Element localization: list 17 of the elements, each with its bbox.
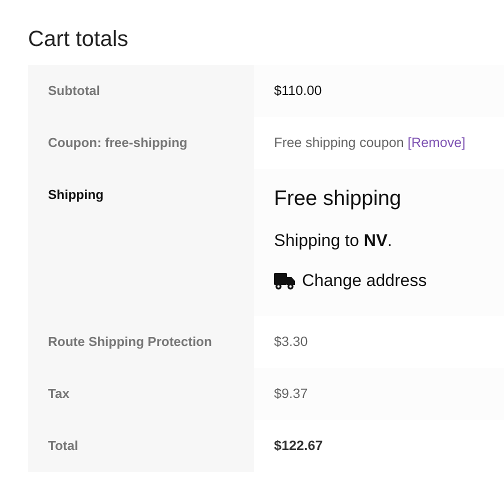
row-label: Subtotal (48, 83, 100, 98)
coupon-description: Free shipping coupon (274, 135, 404, 150)
row-label: Shipping (48, 187, 104, 202)
row-amount: $110.00 (274, 83, 322, 98)
row-label: Route Shipping Protection (48, 334, 212, 349)
row-label: Tax (48, 386, 70, 401)
shipping-destination: Shipping to NV. (274, 231, 392, 251)
row-amount: $3.30 (274, 334, 308, 349)
change-address-link[interactable]: Change address (274, 271, 427, 291)
remove-coupon-link[interactable]: [Remove] (408, 135, 466, 150)
row-amount: $9.37 (274, 386, 308, 401)
cart-totals-heading: Cart totals (28, 26, 130, 52)
row-amount: $122.67 (274, 438, 323, 453)
truck-icon (274, 272, 296, 290)
shipping-method: Free shipping (274, 187, 402, 211)
row-label: Coupon: free-shipping (48, 135, 188, 150)
row-label: Total (48, 438, 78, 453)
